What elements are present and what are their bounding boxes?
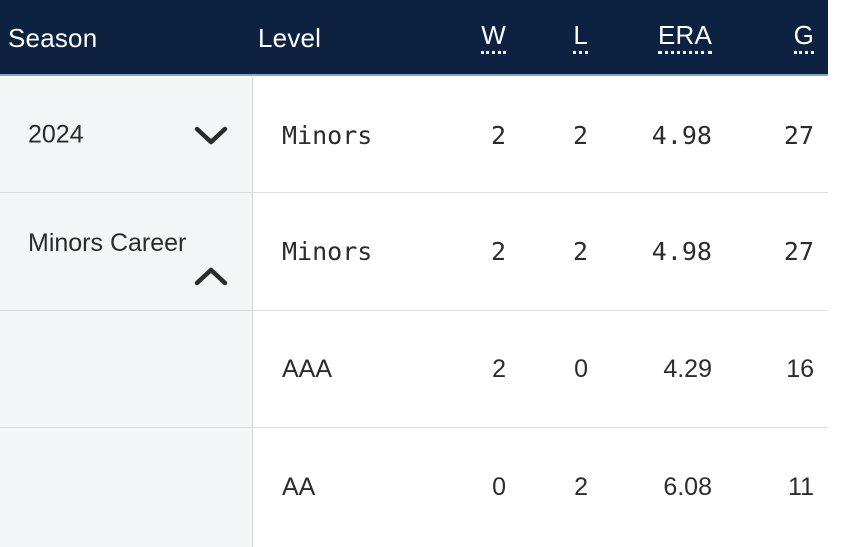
cell-level: AA — [282, 473, 316, 501]
cell-era: 4.29 — [663, 354, 712, 383]
table-row: AAA 2 0 4.29 16 — [0, 311, 828, 428]
column-header-losses[interactable]: L — [516, 0, 588, 76]
season-cell-toggle[interactable]: Minors Career — [0, 193, 253, 310]
column-header-season-label: Season — [8, 22, 98, 53]
season-cell-empty — [0, 311, 253, 427]
cell-games: 27 — [783, 237, 814, 266]
table-row: Minors Career Minors 2 2 4.98 27 — [0, 193, 828, 311]
cell-games: 16 — [786, 354, 814, 383]
column-header-era-label: ERA — [657, 21, 712, 55]
chevron-up-icon[interactable] — [194, 266, 228, 288]
cell-losses: 2 — [572, 237, 588, 266]
season-label: 2024 — [28, 120, 84, 149]
season-cell-empty — [0, 428, 253, 547]
cell-level: Minors — [282, 237, 373, 266]
cell-wins: 2 — [492, 354, 506, 383]
column-header-level-label: Level — [258, 22, 322, 53]
table-row: AA 0 2 6.08 11 — [0, 428, 828, 547]
cell-era: 6.08 — [663, 473, 712, 501]
column-header-season[interactable]: Season — [8, 0, 238, 76]
column-header-wins[interactable]: W — [430, 0, 506, 76]
cell-level: AAA — [282, 354, 333, 383]
table-right-gutter — [828, 0, 850, 547]
cell-losses: 2 — [574, 473, 588, 501]
cell-level: Minors — [282, 120, 373, 150]
column-header-wins-label: W — [481, 21, 506, 55]
cell-wins: 0 — [492, 473, 506, 501]
table-body: 2024 Minors 2 2 4.98 27 Minors Career Mi… — [0, 78, 828, 547]
column-header-level[interactable]: Level — [258, 0, 428, 76]
pitching-stats-table: Season Level W L ERA G 2024 Minors 2 2 4… — [0, 0, 828, 547]
cell-era: 4.98 — [651, 237, 712, 266]
table-row: 2024 Minors 2 2 4.98 27 — [0, 78, 828, 193]
cell-losses: 0 — [574, 354, 588, 383]
cell-games: 27 — [783, 120, 814, 150]
chevron-down-icon[interactable] — [194, 124, 228, 146]
table-header-row: Season Level W L ERA G — [0, 0, 828, 76]
season-cell-toggle[interactable]: 2024 — [0, 78, 253, 192]
cell-wins: 2 — [490, 237, 506, 266]
cell-wins: 2 — [490, 120, 506, 150]
column-header-games[interactable]: G — [722, 0, 814, 76]
column-header-era[interactable]: ERA — [596, 0, 712, 76]
cell-era: 4.98 — [651, 120, 712, 150]
column-header-games-label: G — [793, 21, 814, 55]
cell-games: 11 — [788, 473, 814, 501]
season-label: Minors Career — [28, 229, 187, 257]
player-stats-table-container: Season Level W L ERA G 2024 Minors 2 2 4… — [0, 0, 850, 547]
column-header-losses-label: L — [573, 21, 588, 55]
cell-losses: 2 — [572, 120, 588, 150]
